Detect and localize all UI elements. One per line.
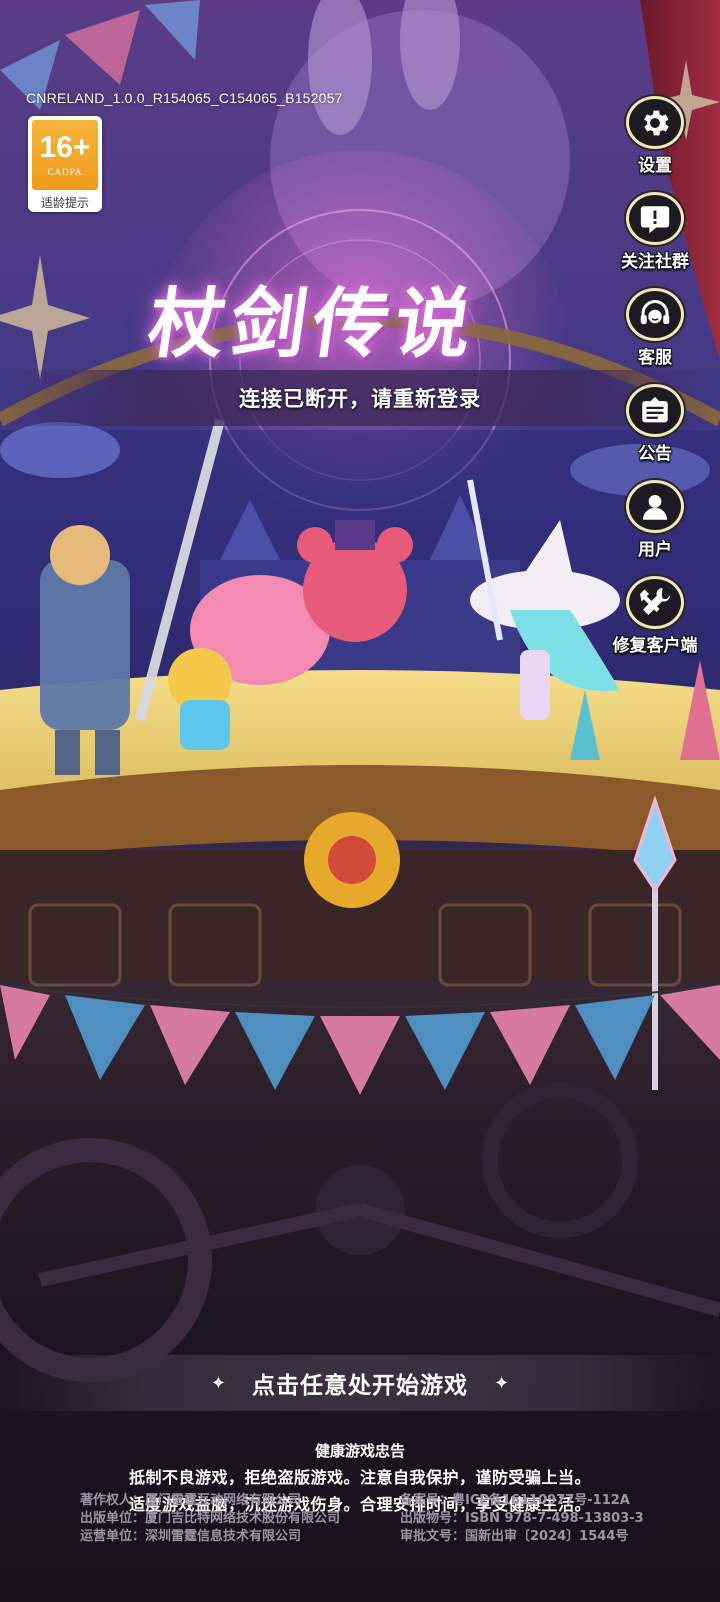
side-item-community[interactable]: 关注社群 (600, 192, 710, 272)
game-title: 杖剑传说 (142, 279, 484, 368)
side-item-user[interactable]: 用户 (600, 480, 710, 560)
credits-right: 备案号：粤ICP备16110977号-112A (400, 1493, 630, 1508)
side-item-label: 关注社群 (621, 252, 689, 272)
notice-board-icon (626, 384, 684, 437)
gear-icon (626, 96, 684, 149)
side-item-repair-client[interactable]: 修复客户端 (600, 576, 710, 656)
side-item-label: 修复客户端 (612, 636, 698, 656)
start-game-button[interactable]: ✦ 点击任意处开始游戏 ✦ (0, 1355, 720, 1411)
age-rating-top: 16+ CADPA (32, 120, 98, 190)
wrench-hammer-icon (626, 576, 684, 629)
connection-notice-text: 连接已断开，请重新登录 (239, 387, 481, 411)
age-rating-org: CADPA (47, 167, 83, 177)
speech-bubble-icon (626, 192, 684, 245)
credits-right: 审批文号：国新出审〔2024〕1544号 (400, 1529, 629, 1544)
side-item-label: 设置 (638, 156, 672, 176)
health-advice-heading: 健康游戏忠告 (314, 1442, 405, 1460)
side-item-settings[interactable]: 设置 (600, 96, 710, 176)
game-logo: 杖剑传说 (143, 262, 570, 382)
user-icon (626, 480, 684, 533)
age-rating-label: 适龄提示 (40, 196, 89, 210)
credits-row: 运营单位：深圳雷霆信息技术有限公司 审批文号：国新出审〔2024〕1544号 (80, 1528, 650, 1546)
side-item-label: 客服 (638, 348, 672, 368)
game-launch-screen[interactable]: CNRELAND_1.0.0_R154065_C154065_B152057 1… (0, 0, 720, 1602)
headset-icon (626, 288, 684, 341)
credits-row: 出版单位：厦门吉比特网络技术股份有限公司 出版物号：ISBN 978-7-498… (80, 1510, 650, 1528)
health-advice-line: 抵制不良游戏，拒绝盗版游戏。注意自我保护，谨防受骗上当。 (128, 1468, 591, 1487)
credits-left: 运营单位：深圳雷霆信息技术有限公司 (80, 1529, 302, 1544)
sparkle-icon: ✦ (494, 1372, 510, 1394)
credits-right: 出版物号：ISBN 978-7-498-13803-3 (400, 1511, 644, 1526)
version-string: CNRELAND_1.0.0_R154065_C154065_B152057 (26, 90, 343, 106)
credits-left: 出版单位：厦门吉比特网络技术股份有限公司 (80, 1511, 341, 1526)
side-item-announcement[interactable]: 公告 (600, 384, 710, 464)
sparkle-icon: ✦ (210, 1372, 226, 1394)
age-rating-value: 16+ (39, 131, 91, 164)
start-game-text: 点击任意处开始游戏 (252, 1373, 468, 1399)
credits-left: 著作权人：厦门雷霆互动网络有限公司 (80, 1493, 302, 1508)
side-item-label: 公告 (638, 444, 672, 464)
credits-row: 著作权人：厦门雷霆互动网络有限公司 备案号：粤ICP备16110977号-112… (80, 1492, 650, 1510)
publishing-credits: 著作权人：厦门雷霆互动网络有限公司 备案号：粤ICP备16110977号-112… (80, 1492, 650, 1546)
side-item-support[interactable]: 客服 (600, 288, 710, 368)
side-item-label: 用户 (638, 540, 672, 560)
age-rating-badge[interactable]: 16+ CADPA 适龄提示 (28, 116, 102, 212)
